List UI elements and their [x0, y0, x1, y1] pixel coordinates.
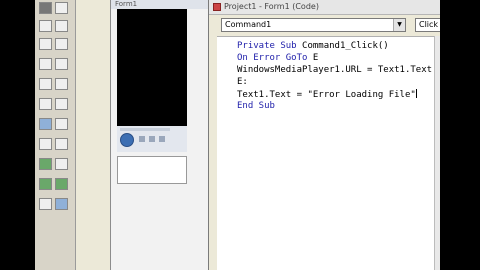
data-tool-icon[interactable] [55, 178, 68, 190]
code-editor[interactable]: Private Sub Command1_Click() On Error Go… [217, 36, 440, 270]
text1-textbox[interactable] [117, 156, 187, 184]
picturebox-tool-icon[interactable] [55, 2, 68, 14]
stop-icon[interactable] [139, 136, 145, 142]
object-dropdown-value: Command1 [225, 20, 272, 29]
code-line: WindowsMediaPlayer1.URL = Text1.Text [237, 65, 432, 76]
dirlist-tool-icon[interactable] [39, 138, 52, 150]
editor-scrollbar[interactable] [434, 36, 440, 270]
code-text: E: [237, 77, 248, 87]
optionbutton-tool-icon[interactable] [55, 58, 68, 70]
image-tool-icon[interactable] [39, 178, 52, 190]
code-keyword: On Error GoTo [237, 53, 313, 63]
media-player-controls [117, 126, 187, 152]
chevron-down-icon[interactable]: ▼ [393, 19, 405, 31]
media-player-video[interactable] [117, 9, 187, 126]
code-text: Text1.Text = "Error Loading File" [237, 90, 416, 100]
next-icon[interactable] [159, 136, 165, 142]
text-cursor [415, 89, 417, 98]
procedure-dropdown[interactable]: Click [415, 18, 440, 32]
code-window: Project1 - Form1 (Code) Command1 ▼ Click… [208, 0, 440, 270]
prev-icon[interactable] [149, 136, 155, 142]
play-icon[interactable] [120, 133, 134, 147]
object-dropdown[interactable]: Command1 ▼ [221, 18, 406, 32]
shape-tool-icon[interactable] [39, 158, 52, 170]
procedure-dropdown-value: Click [419, 20, 439, 29]
seek-bar[interactable] [120, 128, 170, 131]
toolbox [35, 0, 76, 270]
code-keyword: Private Sub [237, 41, 303, 51]
code-text: E [312, 53, 319, 63]
hscroll-tool-icon[interactable] [39, 98, 52, 110]
timer-tool-icon[interactable] [39, 118, 52, 130]
code-line: End Sub [237, 101, 275, 112]
code-text: Command1_Click() [302, 41, 389, 51]
vscroll-tool-icon[interactable] [55, 98, 68, 110]
listbox-tool-icon[interactable] [55, 78, 68, 90]
combobox-tool-icon[interactable] [39, 78, 52, 90]
ide-screen: Form1 Project1 - Form1 (Code) Command1 ▼… [35, 0, 440, 270]
checkbox-tool-icon[interactable] [39, 58, 52, 70]
drivelist-tool-icon[interactable] [55, 118, 68, 130]
line-tool-icon[interactable] [55, 158, 68, 170]
code-window-title-bar: Project1 - Form1 (Code) [209, 0, 440, 15]
code-line: E: [237, 77, 248, 88]
textbox-tool-icon[interactable] [55, 20, 68, 32]
code-window-icon [213, 3, 221, 11]
filelist-tool-icon[interactable] [55, 138, 68, 150]
mediaplayer-tool-icon[interactable] [55, 198, 68, 210]
code-text: WindowsMediaPlayer1.URL = Text1.Text [237, 65, 433, 75]
label-tool-icon[interactable] [39, 20, 52, 32]
ole-tool-icon[interactable] [39, 198, 52, 210]
code-line: Text1.Text = "Error Loading File" [237, 89, 417, 101]
code-window-title: Project1 - Form1 (Code) [224, 2, 319, 11]
form-window-title: Form1 [111, 0, 211, 9]
code-keyword: End Sub [237, 101, 275, 111]
pointer-tool-icon[interactable] [39, 2, 52, 14]
frame-tool-icon[interactable] [39, 38, 52, 50]
commandbutton-tool-icon[interactable] [55, 38, 68, 50]
code-line: On Error GoTo E [237, 53, 318, 64]
code-line: Private Sub Command1_Click() [237, 41, 389, 52]
